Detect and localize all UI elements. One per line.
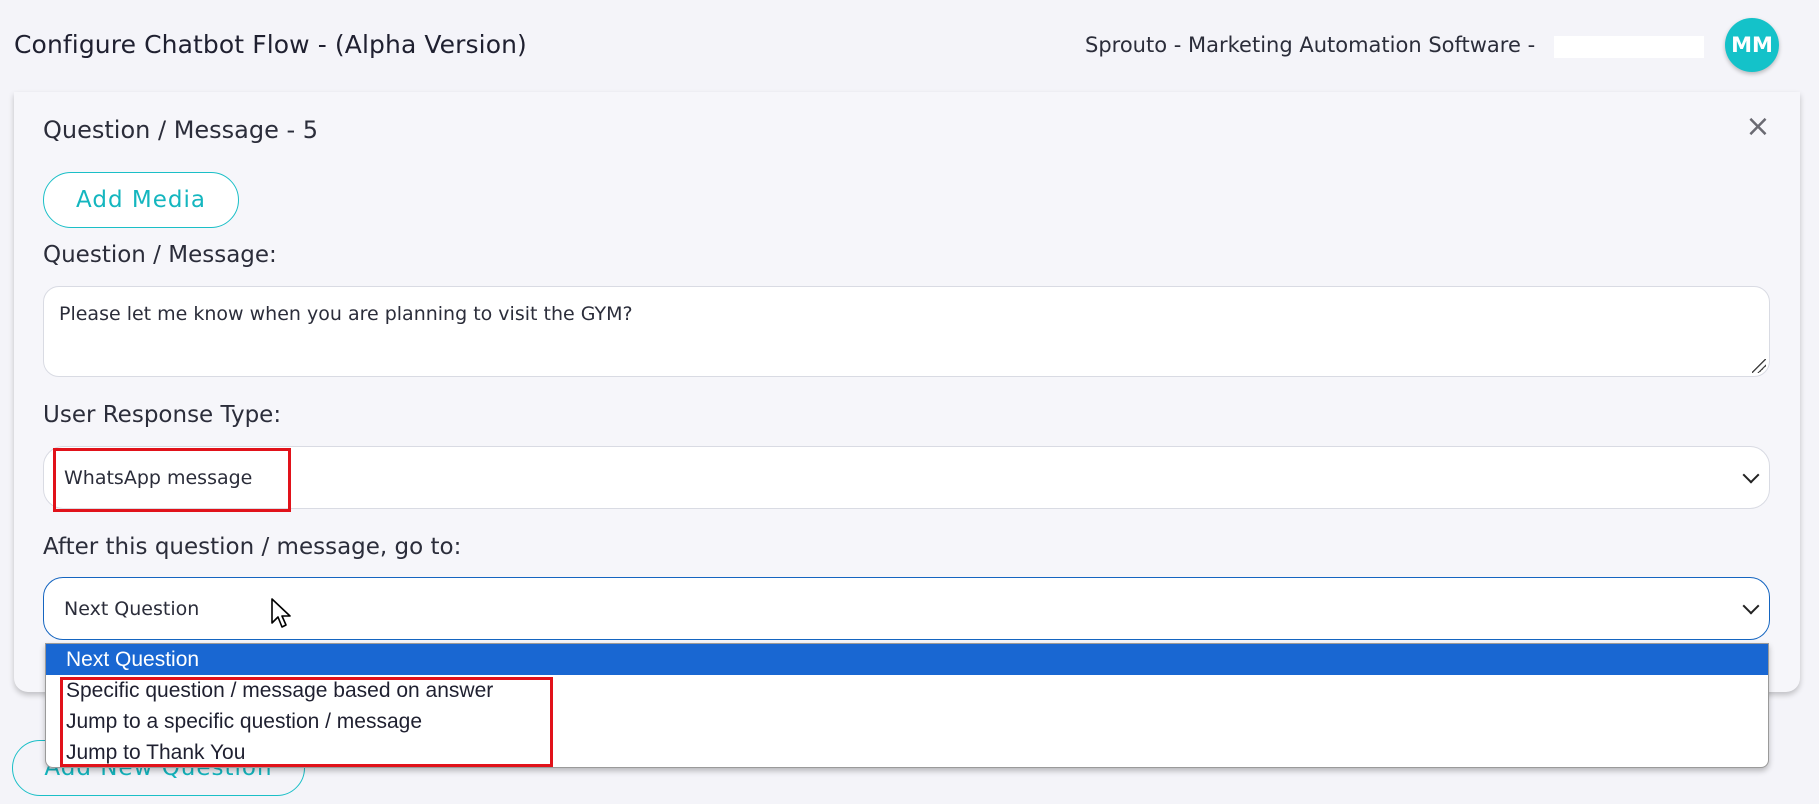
response-type-select[interactable]: WhatsApp message [43, 446, 1770, 509]
close-icon[interactable]: × [1743, 112, 1773, 142]
page-title: Configure Chatbot Flow - (Alpha Version) [14, 30, 527, 59]
dropdown-option[interactable]: Next Question [46, 644, 1768, 675]
add-media-button[interactable]: Add Media [43, 172, 239, 228]
response-type-value: WhatsApp message [64, 466, 253, 489]
redacted-account-name [1554, 36, 1704, 58]
question-card-title: Question / Message - 5 [43, 116, 319, 144]
goto-label: After this question / message, go to: [43, 534, 462, 560]
dropdown-option[interactable]: Jump to a specific question / message [46, 706, 1768, 737]
dropdown-option[interactable]: Specific question / message based on ans… [46, 675, 1768, 706]
goto-select[interactable]: Next Question [43, 577, 1770, 640]
message-textarea[interactable]: Please let me know when you are planning… [43, 286, 1770, 377]
goto-dropdown-list: Next Question Specific question / messag… [45, 643, 1769, 768]
chevron-down-icon [1742, 597, 1760, 614]
dropdown-option[interactable]: Jump to Thank You [46, 737, 1768, 767]
message-text: Please let me know when you are planning… [59, 303, 633, 325]
goto-value: Next Question [64, 597, 200, 620]
resize-handle-icon[interactable] [1752, 359, 1766, 373]
mouse-cursor-icon [271, 598, 291, 628]
company-name: Sprouto - Marketing Automation Software … [1085, 33, 1536, 57]
response-type-label: User Response Type: [43, 402, 282, 428]
user-avatar[interactable]: MM [1725, 18, 1779, 72]
message-label: Question / Message: [43, 242, 277, 268]
chevron-down-icon [1742, 466, 1760, 483]
top-bar: Configure Chatbot Flow - (Alpha Version)… [0, 0, 1819, 92]
